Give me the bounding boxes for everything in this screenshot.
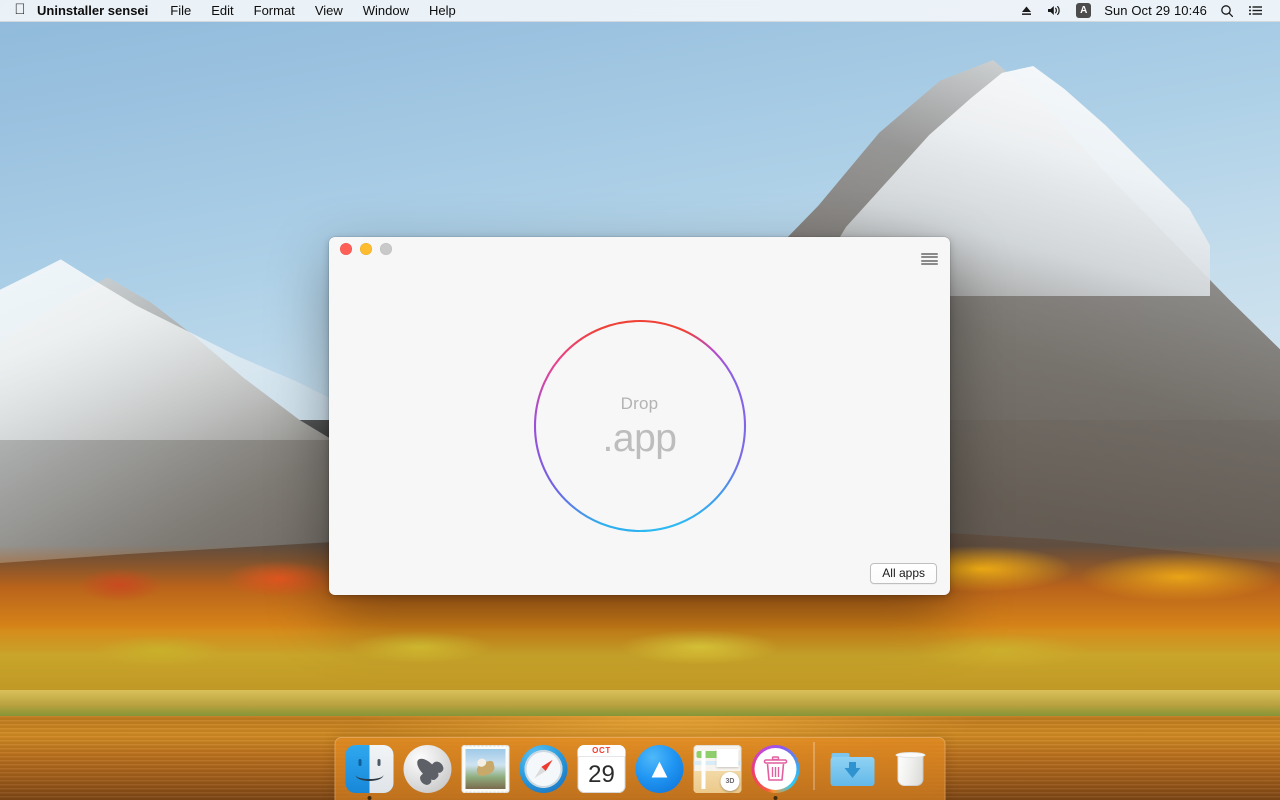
hamburger-menu-icon[interactable] bbox=[921, 253, 938, 265]
finder-icon bbox=[346, 745, 394, 793]
dock-item-launchpad[interactable] bbox=[403, 742, 453, 800]
menu-item-app-name[interactable]: Uninstaller sensei bbox=[31, 0, 160, 22]
window-titlebar[interactable] bbox=[329, 237, 950, 271]
dock-item-maps[interactable]: 3D bbox=[693, 742, 743, 800]
minimize-button[interactable] bbox=[360, 243, 372, 255]
maps-3d-badge: 3D bbox=[721, 772, 740, 791]
trash-icon bbox=[887, 745, 935, 793]
maps-icon: 3D bbox=[694, 745, 742, 793]
menu-bar:  Uninstaller sensei File Edit Format Vi… bbox=[0, 0, 1280, 22]
menu-item-edit[interactable]: Edit bbox=[201, 0, 243, 22]
dock-item-downloads[interactable] bbox=[828, 742, 878, 800]
mail-icon bbox=[462, 745, 510, 793]
dock: OCT 29 ▲ 3D bbox=[335, 737, 946, 800]
dock-item-calendar[interactable]: OCT 29 bbox=[577, 742, 627, 800]
window-traffic-lights bbox=[340, 243, 392, 255]
apple-logo-icon[interactable]:  bbox=[9, 2, 31, 19]
running-indicator bbox=[368, 796, 372, 800]
close-button[interactable] bbox=[340, 243, 352, 255]
all-apps-button[interactable]: All apps bbox=[870, 563, 937, 584]
menu-item-help[interactable]: Help bbox=[419, 0, 466, 22]
volume-icon[interactable] bbox=[1040, 0, 1069, 22]
calendar-day-label: 29 bbox=[578, 757, 626, 793]
menu-item-file[interactable]: File bbox=[160, 0, 201, 22]
menu-bar-status-area: A Sun Oct 29 10:46 bbox=[1013, 0, 1280, 22]
gradient-ring-icon bbox=[532, 318, 748, 534]
app-store-icon: ▲ bbox=[636, 745, 684, 793]
app-drop-zone[interactable]: Drop .app bbox=[532, 318, 748, 534]
menu-bar-left:  Uninstaller sensei File Edit Format Vi… bbox=[0, 0, 466, 22]
menu-item-format[interactable]: Format bbox=[244, 0, 305, 22]
window-content: Drop .app All apps bbox=[329, 271, 950, 595]
downloads-folder-icon bbox=[829, 745, 877, 793]
search-icon[interactable] bbox=[1213, 0, 1241, 22]
menu-bar-clock[interactable]: Sun Oct 29 10:46 bbox=[1098, 3, 1213, 18]
running-indicator bbox=[774, 796, 778, 800]
dock-item-trash[interactable] bbox=[886, 742, 936, 800]
uninstaller-sensei-window[interactable]: Drop .app All apps bbox=[329, 237, 950, 595]
zoom-button[interactable] bbox=[380, 243, 392, 255]
eject-icon[interactable] bbox=[1013, 0, 1040, 22]
calendar-icon: OCT 29 bbox=[578, 745, 626, 793]
launchpad-icon bbox=[404, 745, 452, 793]
control-center-icon[interactable] bbox=[1241, 0, 1270, 22]
dock-item-uninstaller-sensei[interactable] bbox=[751, 742, 801, 800]
dock-divider bbox=[814, 742, 815, 790]
input-source-label: A bbox=[1076, 3, 1091, 18]
dock-item-safari[interactable] bbox=[519, 742, 569, 800]
dock-item-finder[interactable] bbox=[345, 742, 395, 800]
dock-item-mail[interactable] bbox=[461, 742, 511, 800]
input-source-indicator[interactable]: A bbox=[1069, 0, 1098, 22]
dock-item-app-store[interactable]: ▲ bbox=[635, 742, 685, 800]
safari-icon bbox=[520, 745, 568, 793]
calendar-month-label: OCT bbox=[578, 745, 626, 757]
menu-item-view[interactable]: View bbox=[305, 0, 353, 22]
uninstaller-sensei-icon bbox=[752, 745, 800, 793]
menu-item-window[interactable]: Window bbox=[353, 0, 419, 22]
